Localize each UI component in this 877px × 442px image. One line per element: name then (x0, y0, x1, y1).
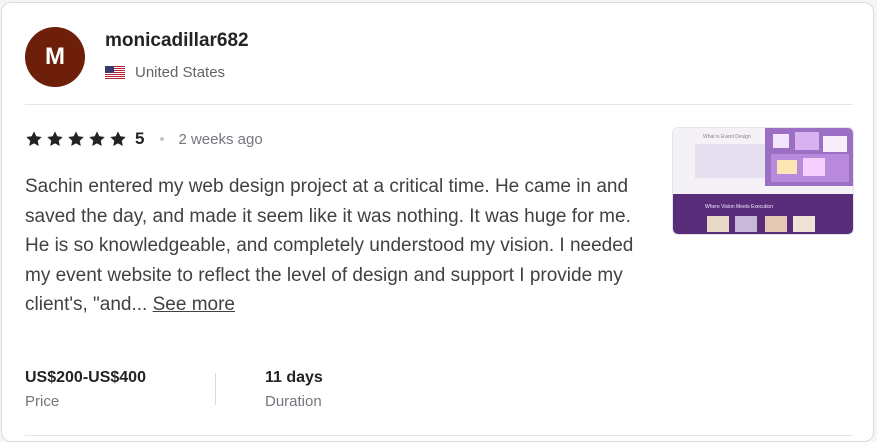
review-text: Sachin entered my web design project at … (25, 172, 650, 320)
star-rating (25, 130, 127, 148)
rating-score: 5 (135, 129, 145, 148)
avatar-initial: M (45, 43, 65, 70)
star-icon (110, 131, 126, 147)
review-time: 2 weeks ago (178, 130, 263, 148)
reviewer-country: United States (105, 64, 225, 81)
portfolio-thumbnail[interactable]: What is Event Design Where Vision Meets … (672, 127, 854, 235)
price-value: US$200-US$400 (25, 369, 146, 386)
star-icon (26, 131, 42, 147)
price-stat: US$200-US$400 Price (25, 369, 146, 410)
separator-dot (160, 137, 165, 141)
thumbnail-image: What is Event Design Where Vision Meets … (673, 128, 853, 234)
review-card: M monicadillar682 United States 5 2 week… (1, 2, 874, 442)
stat-divider (215, 373, 216, 405)
country-name: United States (135, 64, 226, 81)
avatar[interactable]: M (25, 27, 85, 87)
rating-row: 5 2 weeks ago (25, 127, 263, 151)
review-body: Sachin entered my web design project at … (25, 176, 634, 315)
thumbnail-title: What is Event Design (703, 134, 751, 140)
us-flag-icon (105, 66, 125, 79)
duration-label: Duration (265, 393, 322, 410)
thumbnail-banner: Where Vision Meets Execution (705, 204, 773, 210)
see-more-link[interactable]: See more (153, 294, 235, 315)
duration-value: 11 days (265, 369, 323, 386)
star-icon (47, 131, 63, 147)
header-divider (25, 104, 853, 105)
duration-stat: 11 days Duration (265, 369, 323, 410)
star-icon (89, 131, 105, 147)
reviewer-username[interactable]: monicadillar682 (105, 30, 249, 52)
star-icon (68, 131, 84, 147)
price-label: Price (25, 393, 60, 410)
footer-divider (25, 435, 853, 436)
